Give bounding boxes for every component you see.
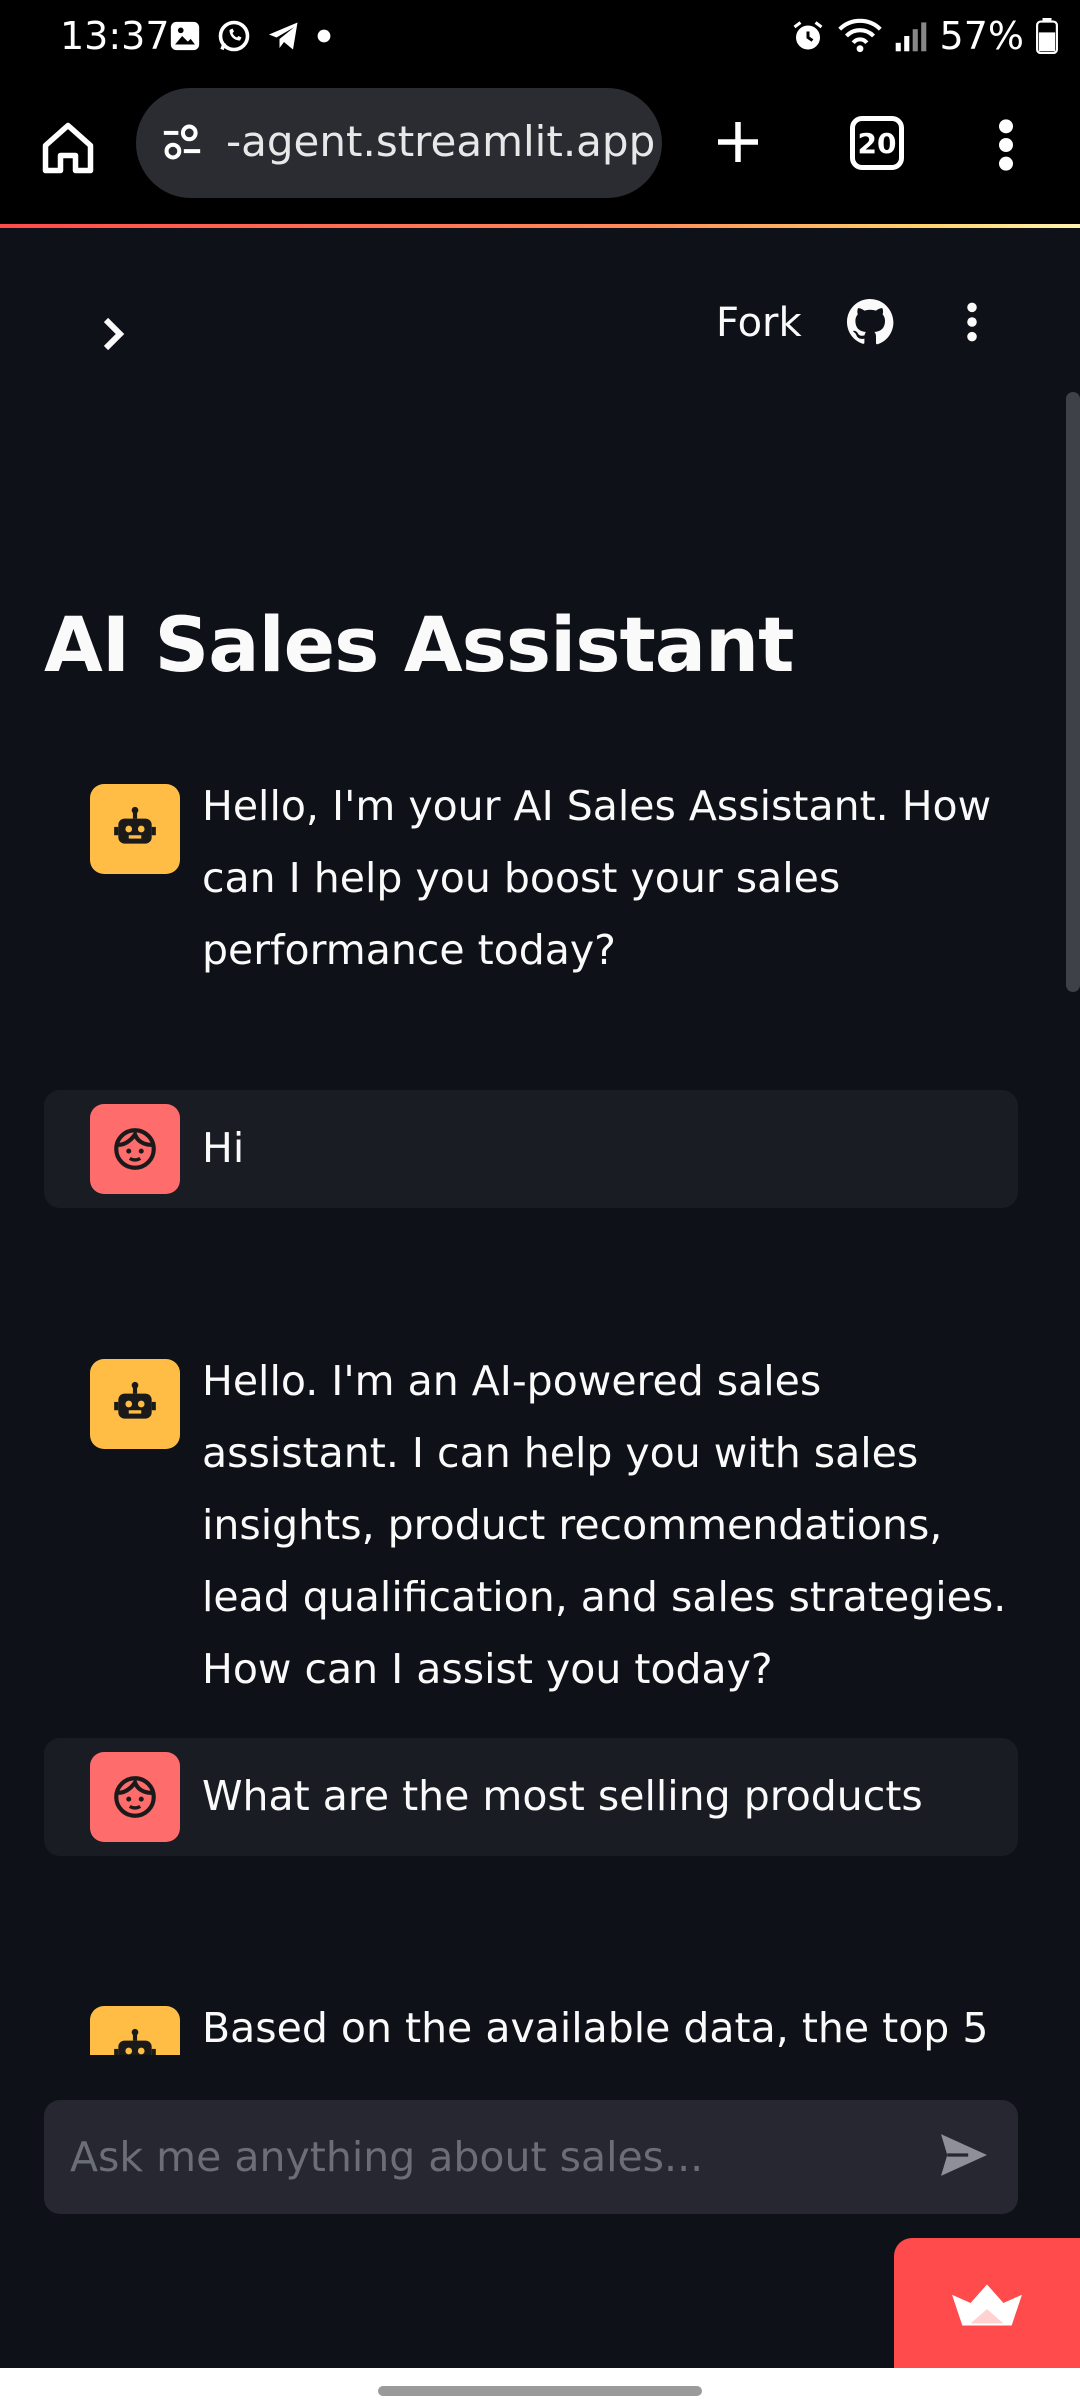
dot-icon <box>317 29 331 43</box>
chat-message-assistant: Hello. I'm an AI-powered sales assistant… <box>44 1345 1018 1693</box>
streamlit-badge[interactable] <box>894 2238 1080 2372</box>
chat-input-container <box>44 2100 1018 2214</box>
whatsapp-icon <box>218 20 250 52</box>
chat-message-user: What are the most selling products <box>44 1738 1018 1856</box>
more-vertical-icon[interactable] <box>996 117 1016 177</box>
message-text: Hello, I'm your AI Sales Assistant. How … <box>202 782 992 974</box>
status-bar: 13:37 57% <box>0 0 1080 72</box>
gallery-icon <box>170 21 200 51</box>
chat-messages: Hello, I'm your AI Sales Assistant. How … <box>0 740 1066 2055</box>
github-icon[interactable] <box>846 298 894 350</box>
plus-icon[interactable] <box>708 112 768 176</box>
battery-icon <box>1036 18 1058 54</box>
url-text[interactable]: -agent.streamlit.app <box>226 117 655 166</box>
chevron-right-icon[interactable] <box>100 314 128 358</box>
page-title: AI Sales Assistant <box>44 600 794 689</box>
battery-percent: 57% <box>939 14 1024 58</box>
fork-button[interactable]: Fork <box>716 300 802 346</box>
notification-icons <box>168 18 332 54</box>
streamlit-crown-icon <box>952 2284 1022 2326</box>
home-indicator[interactable] <box>378 2386 702 2396</box>
home-icon[interactable] <box>38 118 98 182</box>
robot-icon <box>90 1359 180 1449</box>
status-time: 13:37 <box>60 14 170 58</box>
face-icon <box>90 1104 180 1194</box>
more-vertical-icon[interactable] <box>963 300 981 348</box>
wifi-icon <box>837 18 882 53</box>
chat-message-user: Hi <box>44 1090 1018 1208</box>
telegram-icon <box>269 22 298 50</box>
address-bar[interactable]: -agent.streamlit.app <box>136 88 662 198</box>
message-text: What are the most selling products <box>202 1772 923 1820</box>
alarm-icon <box>793 21 822 50</box>
message-text: Based on the available data, the top 5 b… <box>202 2004 989 2052</box>
message-text: Hi <box>202 1124 245 1172</box>
robot-icon <box>90 2006 180 2055</box>
message-text: Hello. I'm an AI-powered sales assistant… <box>202 1357 1007 1693</box>
navigation-bar <box>0 2368 1080 2408</box>
app-header: Fork <box>0 228 1080 388</box>
chat-input[interactable] <box>70 2122 930 2192</box>
chat-message-assistant: Based on the available data, the top 5 b… <box>44 1992 1018 2055</box>
tab-switcher-button[interactable]: 20 <box>850 116 904 170</box>
face-icon <box>90 1752 180 1842</box>
status-right: 57% <box>790 14 1058 58</box>
robot-icon <box>90 784 180 874</box>
chat-message-assistant: Hello, I'm your AI Sales Assistant. How … <box>44 770 1018 1000</box>
scrollbar[interactable] <box>1066 392 1080 992</box>
signal-icon <box>895 22 926 52</box>
browser-toolbar: -agent.streamlit.app 20 <box>0 72 1080 224</box>
site-settings-icon[interactable] <box>160 122 204 166</box>
send-icon[interactable] <box>938 2132 990 2182</box>
